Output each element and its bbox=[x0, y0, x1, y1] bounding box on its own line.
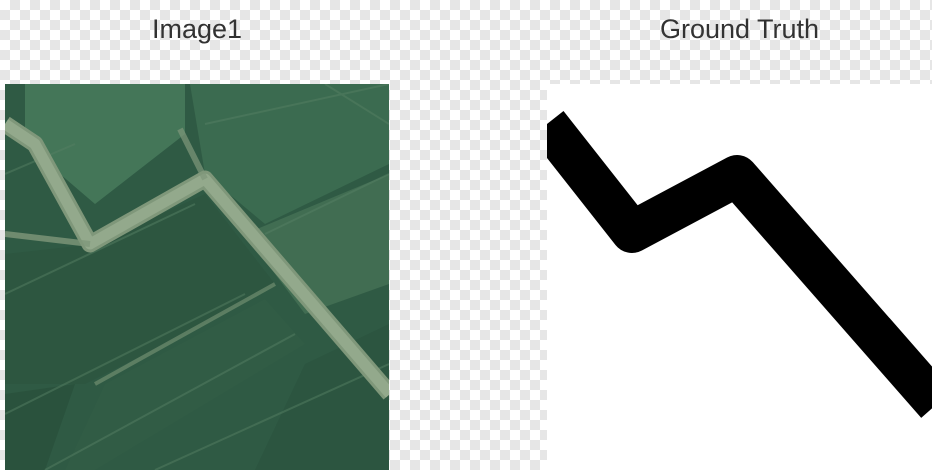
ground-truth-mask bbox=[547, 84, 932, 470]
road-mask-graphic bbox=[547, 84, 932, 470]
image1-title: Image1 bbox=[151, 14, 243, 44]
satellite-image bbox=[5, 84, 389, 470]
satellite-image-graphic bbox=[5, 84, 389, 470]
ground-truth-title: Ground Truth bbox=[659, 14, 820, 44]
